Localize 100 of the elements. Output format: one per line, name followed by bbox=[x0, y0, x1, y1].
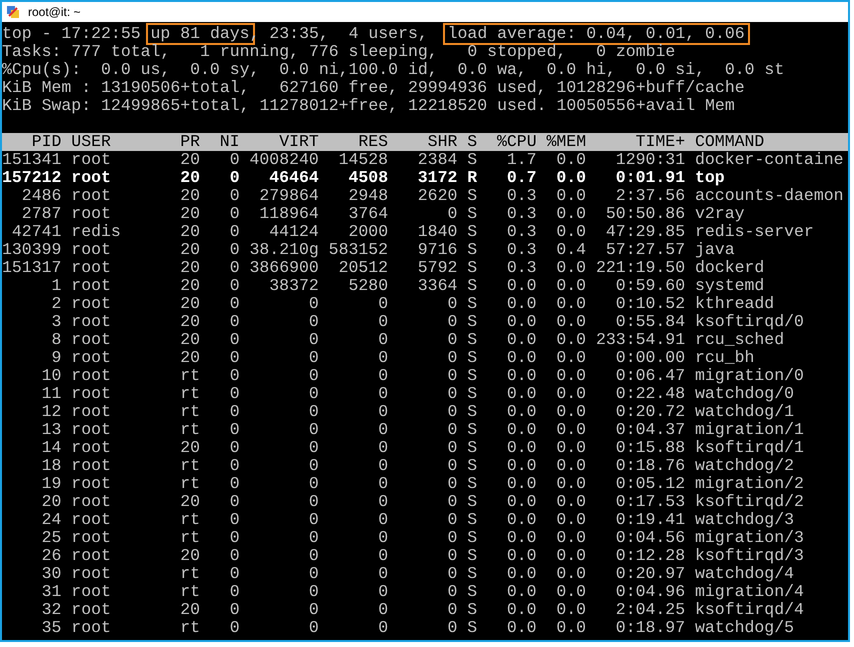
priority-cell-text: rt bbox=[179, 511, 200, 529]
pid-cell-text: 2 bbox=[50, 295, 62, 313]
pid-cell-text: 8 bbox=[50, 331, 62, 349]
state-cell-text: S bbox=[466, 403, 478, 421]
column-header: VIRT bbox=[278, 133, 319, 151]
res-cell-text: 0 bbox=[377, 511, 388, 529]
pid-cell: 151341 bbox=[2, 151, 62, 169]
time-cell-text: 0:06.47 bbox=[614, 367, 686, 385]
nice-cell-text: 0 bbox=[228, 547, 240, 565]
virt-cell-text: 4008240 bbox=[248, 151, 319, 169]
state-cell-text: S bbox=[466, 295, 478, 313]
priority-cell-text: 20 bbox=[179, 439, 200, 457]
nice-cell-text: 0 bbox=[228, 313, 240, 331]
mem-cell-text: 0.4 bbox=[555, 241, 586, 259]
priority-cell-text: rt bbox=[179, 367, 200, 385]
shr-cell-text: 0 bbox=[446, 367, 458, 385]
summary-text: top - 17:22:55 bbox=[2, 25, 142, 43]
virt-cell-text: 0 bbox=[308, 403, 319, 421]
state-cell-text: S bbox=[466, 547, 478, 565]
priority-cell-text: 20 bbox=[179, 169, 200, 187]
state-cell-text: S bbox=[466, 331, 478, 349]
time-cell-text: 0:20.97 bbox=[614, 565, 686, 583]
nice-cell-text: 0 bbox=[228, 385, 240, 403]
nice-cell-text: 0 bbox=[228, 277, 240, 295]
priority-cell-text: rt bbox=[179, 421, 200, 439]
mem-cell-text: 0.0 bbox=[555, 205, 586, 223]
mem-cell-text: 0.0 bbox=[555, 475, 586, 493]
column-header: SHR bbox=[426, 133, 458, 151]
res-cell-text: 0 bbox=[377, 313, 388, 331]
cpu-cell-text: 0.7 bbox=[506, 169, 537, 187]
column-header: PID bbox=[30, 133, 62, 151]
terminal-app-icon bbox=[6, 5, 20, 19]
shr-cell-text: 0 bbox=[446, 583, 458, 601]
nice-cell-text: 0 bbox=[228, 493, 240, 511]
nice-cell-text: 0 bbox=[228, 367, 240, 385]
command-cell: watchdog/0 bbox=[695, 385, 794, 403]
shr-cell-text: 9716 bbox=[416, 241, 458, 259]
pid-cell: 130399 bbox=[2, 241, 62, 259]
virt-cell-text: 118964 bbox=[258, 205, 319, 223]
shr-cell-text: 0 bbox=[446, 475, 458, 493]
virt-cell-text: 0 bbox=[308, 385, 319, 403]
nice-cell-text: 0 bbox=[228, 169, 240, 187]
nice-cell-text: 0 bbox=[228, 601, 240, 619]
cpu-cell-text: 0.3 bbox=[506, 205, 537, 223]
priority-cell-text: rt bbox=[179, 583, 200, 601]
nice-cell-text: 0 bbox=[228, 205, 240, 223]
time-cell-text: 0:59.60 bbox=[614, 277, 686, 295]
state-cell-text: S bbox=[466, 385, 478, 403]
nice-cell-text: 0 bbox=[228, 403, 240, 421]
priority-cell-text: rt bbox=[179, 385, 200, 403]
nice-cell-text: 0 bbox=[228, 475, 240, 493]
pid-cell-text: 11 bbox=[40, 385, 62, 403]
nice-cell-text: 0 bbox=[228, 259, 240, 277]
nice-cell-text: 0 bbox=[228, 439, 240, 457]
mem-cell-text: 0.0 bbox=[555, 151, 586, 169]
mem-cell-text: 0.0 bbox=[555, 601, 586, 619]
res-cell-text: 0 bbox=[377, 403, 388, 421]
column-header: COMMAND bbox=[695, 133, 764, 151]
state-cell-text: S bbox=[466, 583, 478, 601]
nice-cell-text: 0 bbox=[228, 565, 240, 583]
mem-cell-text: 0.0 bbox=[555, 277, 586, 295]
state-cell-text: S bbox=[466, 457, 478, 475]
time-cell-text: 0:10.52 bbox=[614, 295, 686, 313]
highlighted-summary-text: load average: 0.04, 0.01, 0.06 bbox=[444, 25, 748, 43]
res-cell-text: 0 bbox=[377, 475, 388, 493]
priority-cell-text: 20 bbox=[179, 223, 200, 241]
cpu-cell-text: 0.3 bbox=[506, 241, 537, 259]
pid-cell-text: 10 bbox=[40, 367, 62, 385]
nice-cell-text: 0 bbox=[228, 529, 240, 547]
shr-cell-text: 3364 bbox=[416, 277, 458, 295]
user-cell-text: root bbox=[71, 457, 112, 475]
pid-cell-text: 1 bbox=[50, 277, 62, 295]
shr-cell-text: 0 bbox=[446, 547, 458, 565]
nice-cell-text: 0 bbox=[228, 223, 240, 241]
shr-cell-text: 5792 bbox=[416, 259, 458, 277]
user-cell-text: root bbox=[71, 403, 112, 421]
user-cell-text: root bbox=[71, 367, 112, 385]
time-cell-text: 50:50.86 bbox=[604, 205, 686, 223]
time-cell-text: 0:00.00 bbox=[614, 349, 686, 367]
res-cell-text: 3764 bbox=[347, 205, 388, 223]
column-header: NI bbox=[218, 133, 240, 151]
shr-cell-text: 0 bbox=[446, 619, 458, 637]
nice-cell-text: 0 bbox=[228, 583, 240, 601]
time-cell-text: 47:29.85 bbox=[604, 223, 686, 241]
user-cell-text: root bbox=[71, 187, 112, 205]
window-title: root@it: ~ bbox=[28, 4, 81, 21]
command-cell: watchdog/2 bbox=[695, 457, 794, 475]
cpu-cell-text: 0.3 bbox=[506, 187, 537, 205]
res-cell-text: 0 bbox=[377, 349, 388, 367]
time-cell-text: 0:19.41 bbox=[614, 511, 686, 529]
mem-cell-text: 0.0 bbox=[555, 403, 586, 421]
summary-text: KiB Mem : 13190506+total, 627160 free, 29994936 used, 10128296+buff/cache bbox=[2, 79, 745, 97]
res-cell-text: 0 bbox=[377, 529, 388, 547]
priority-cell-text: 20 bbox=[179, 295, 200, 313]
command-cell: ksoftirqd/4 bbox=[695, 601, 804, 619]
pid-cell-text: 32 bbox=[40, 601, 62, 619]
res-cell-text: 4508 bbox=[347, 169, 388, 187]
user-cell-text: root bbox=[71, 205, 112, 223]
res-cell-text: 0 bbox=[377, 493, 388, 511]
user-cell-text: root bbox=[71, 277, 112, 295]
